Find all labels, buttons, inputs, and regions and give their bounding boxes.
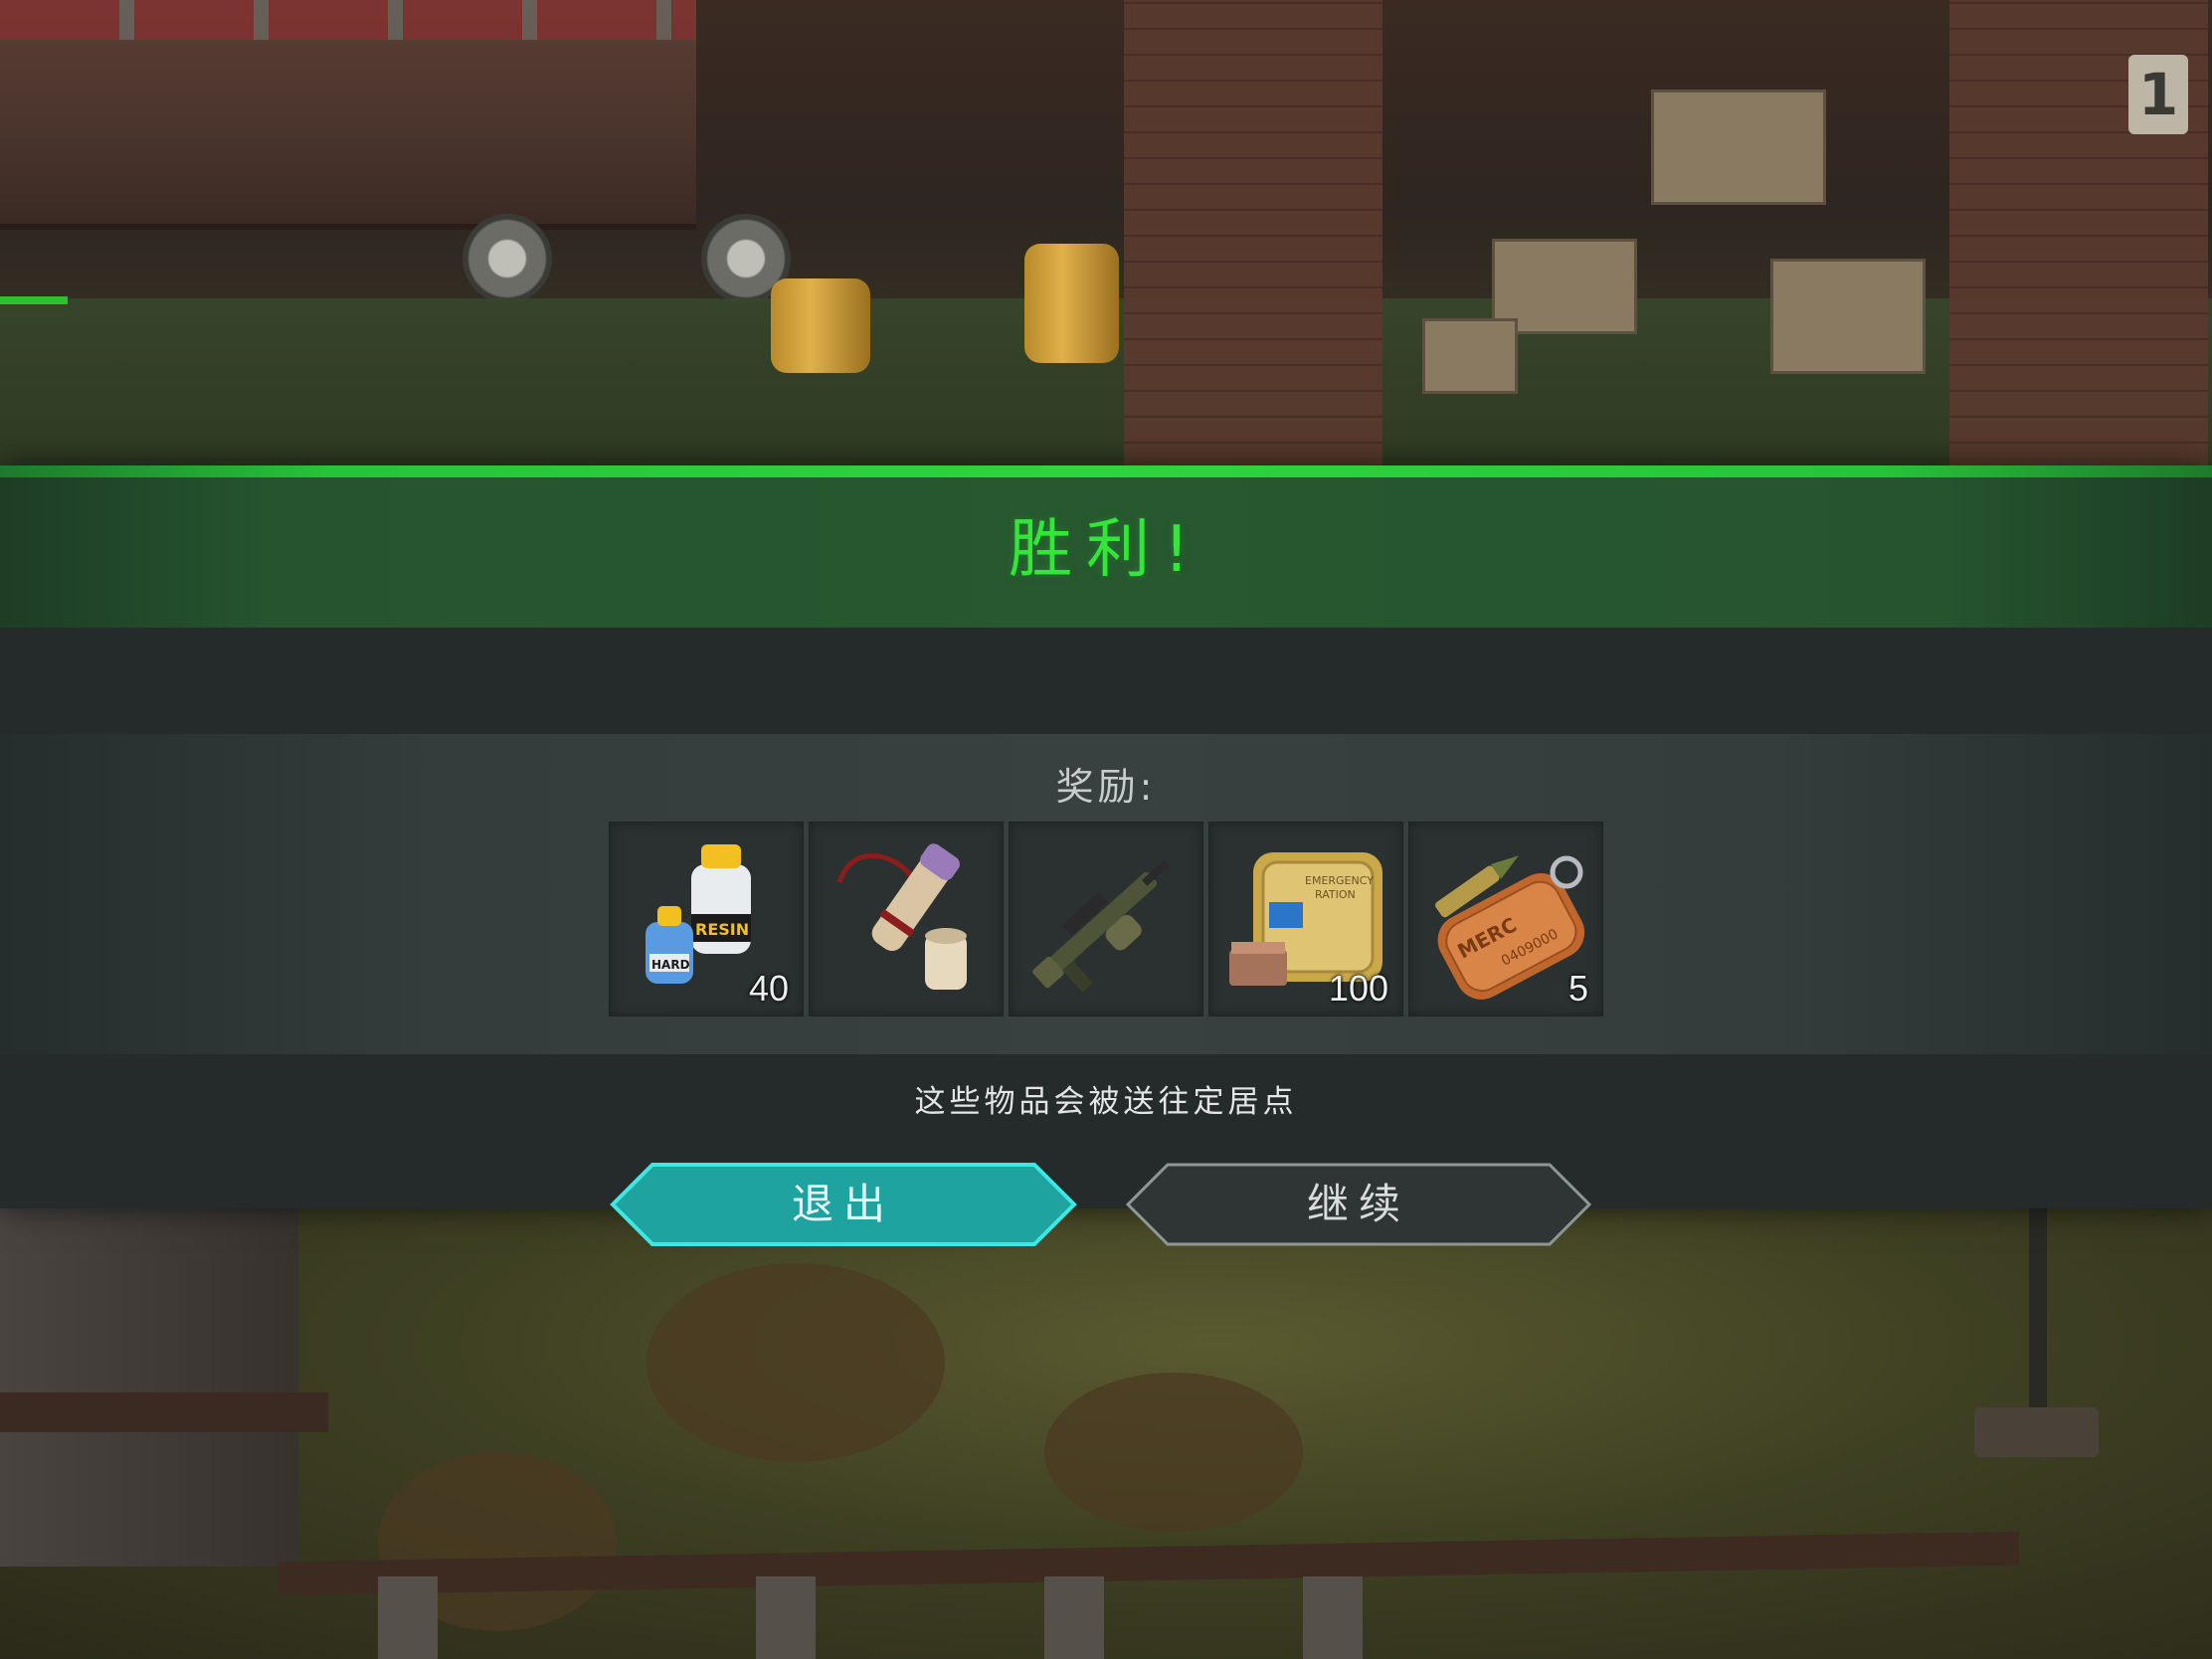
banner-accent-line: [0, 465, 2212, 477]
rewards-label: 奖励:: [1055, 765, 1157, 809]
barrel: [1024, 244, 1119, 363]
blueprint-scroll-icon: [836, 843, 967, 990]
victory-banner: 胜利!: [0, 465, 2212, 628]
grenade-launcher-rifle-icon: [1032, 859, 1170, 993]
supply-crate: [1651, 90, 1826, 205]
exit-button-label: 退出: [791, 1180, 895, 1228]
reward-list: RESIN HARD 40 EMERGENCY RATION 100 MERC …: [609, 822, 1603, 1016]
reward-slot-dogtag[interactable]: MERC 0409000 5: [1408, 822, 1603, 1016]
reward-slot-resin[interactable]: RESIN HARD 40: [609, 822, 804, 1016]
victory-title: 胜利!: [1009, 513, 1203, 587]
reward-slot-blueprint[interactable]: [809, 822, 1004, 1016]
supply-crate: [1770, 259, 1926, 374]
lamp-post: [2029, 1208, 2047, 1427]
train-wheel: [462, 214, 552, 303]
svg-text:RESIN: RESIN: [695, 920, 749, 939]
rewards-delivery-note: 这些物品会被送往定居点: [914, 1084, 1298, 1120]
exit-button[interactable]: 退出: [609, 1162, 1078, 1247]
rewards-section: 奖励: RESIN HARD 40 EMERGENCY RATION 100 M…: [0, 734, 2212, 1054]
svg-text:EMERGENCY: EMERGENCY: [1305, 874, 1374, 887]
rail-sleeper: [1044, 1576, 1104, 1659]
reward-quantity: 5: [1567, 968, 1588, 1009]
supply-crate: [1422, 318, 1518, 394]
train-stripe: [0, 0, 696, 40]
brick-wall: [1124, 0, 1382, 467]
rail-sleeper: [756, 1576, 816, 1659]
continue-button-label: 继续: [1306, 1180, 1410, 1228]
dry-bush: [646, 1263, 945, 1462]
wagon-rail: [0, 1392, 328, 1432]
lamp-post-base: [1974, 1407, 2099, 1457]
health-bar: [0, 296, 68, 304]
barrel: [771, 278, 870, 373]
rail-sleeper: [1303, 1576, 1363, 1659]
rail-sleeper: [378, 1576, 438, 1659]
reward-quantity: 40: [748, 968, 789, 1009]
svg-text:RATION: RATION: [1315, 888, 1356, 901]
reward-slot-ration[interactable]: EMERGENCY RATION 100: [1208, 822, 1403, 1016]
wagon: [0, 1208, 298, 1567]
continue-button[interactable]: 继续: [1124, 1162, 1593, 1247]
scene-top-area: 1: [0, 0, 2212, 467]
victory-dialog: 胜利! 奖励: RESIN HARD 40 EMERGENCY RATION 1…: [0, 465, 2212, 1246]
progress-badge: 1: [2128, 55, 2188, 134]
reward-slot-weapon[interactable]: [1009, 822, 1203, 1016]
svg-text:HARD: HARD: [651, 958, 690, 972]
reward-quantity: 100: [1328, 968, 1388, 1009]
train-car: [0, 0, 696, 230]
dry-bush: [1044, 1373, 1303, 1532]
